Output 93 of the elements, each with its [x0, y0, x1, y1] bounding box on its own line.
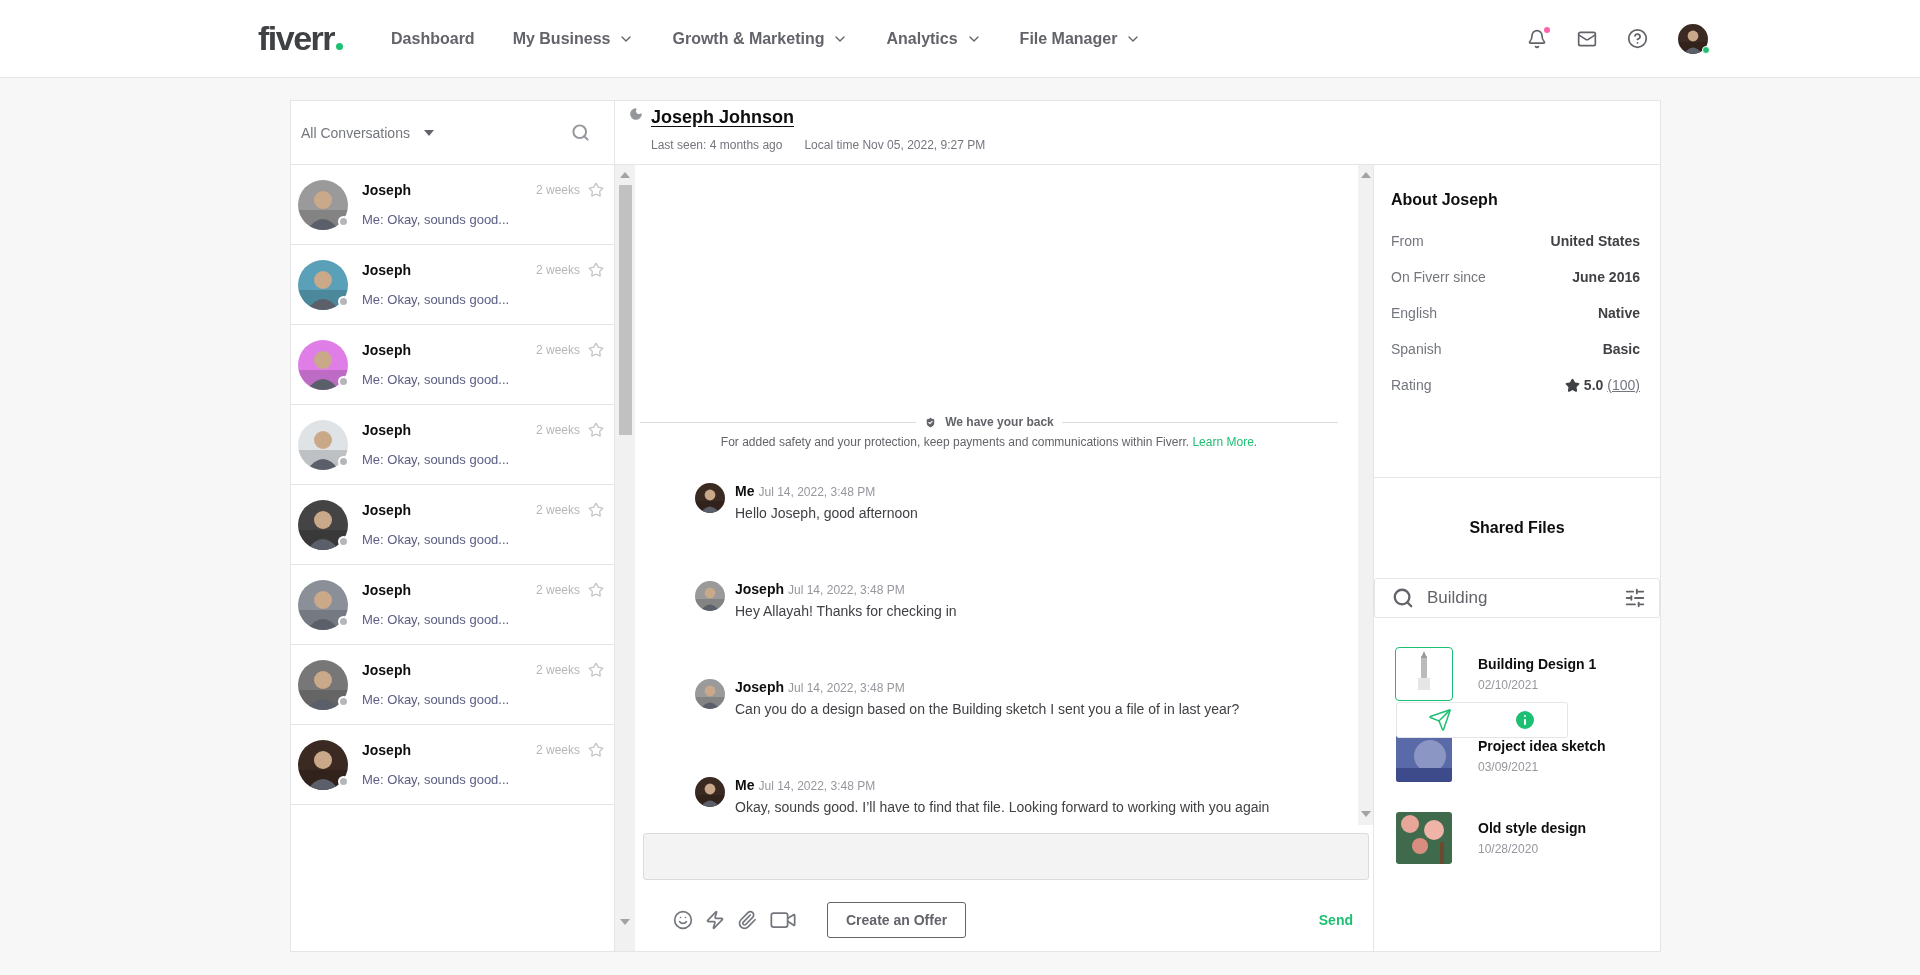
contact-name: Joseph: [362, 422, 412, 438]
notice-text: For added safety and your protection, keep payments and communications within Fiverr. Learn More.: [719, 435, 1259, 449]
section-title: About Joseph: [1391, 191, 1499, 209]
message-preview: Me: Okay, sounds good...: [362, 532, 511, 547]
message-preview: Me: Okay, sounds good...: [362, 612, 511, 627]
shield-icon: [924, 415, 938, 429]
file-date: 03/09/2021: [1478, 760, 1540, 774]
message-time: Jul 14, 2022, 3:48 PM: [758, 779, 876, 793]
message-preview: Me: Okay, sounds good...: [362, 692, 511, 707]
last-seen: Last seen: 4 months ago: [651, 138, 783, 152]
star-icon[interactable]: [588, 662, 604, 678]
info-value: June 2016: [1572, 269, 1640, 285]
caret-icon: [423, 129, 434, 136]
info-value: United States: [1550, 233, 1640, 249]
conversation-filter-dropdown[interactable]: All Conversations: [301, 124, 434, 141]
sender-name: Me: [735, 483, 755, 499]
info-label: Spanish: [1391, 341, 1442, 357]
nav-menu-item[interactable]: Dashboard: [391, 29, 475, 48]
scrollbar[interactable]: [1358, 165, 1373, 825]
paperclip-icon[interactable]: [737, 910, 757, 930]
info-value: Basic: [1602, 341, 1640, 357]
conversation-time: 2 weeks: [535, 503, 580, 517]
star-icon[interactable]: [588, 262, 604, 278]
message-text: Can you do a design based on the Building sketch I sent you a file of in last year?: [735, 701, 1240, 717]
star-icon[interactable]: [588, 422, 604, 438]
conversation-time: 2 weeks: [535, 423, 580, 437]
section-title: Shared Files: [1468, 518, 1566, 538]
conversation-time: 2 weeks: [535, 183, 580, 197]
sender-name: Me: [735, 777, 755, 793]
file-name[interactable]: Old style design: [1478, 820, 1587, 836]
review-count-link[interactable]: (100): [1607, 377, 1640, 393]
local-time: Local time Nov 05, 2022, 9:27 PM: [804, 138, 986, 152]
message-time: Jul 14, 2022, 3:48 PM: [758, 485, 876, 499]
send-icon[interactable]: [1427, 708, 1452, 732]
rating-value: 5.0: [1583, 377, 1604, 393]
conversation-time: 2 weeks: [535, 663, 580, 677]
lightning-icon[interactable]: [705, 910, 725, 930]
notice-title: We have your back: [945, 415, 1054, 429]
file-name[interactable]: Building Design 1: [1478, 656, 1597, 672]
star-icon[interactable]: [588, 742, 604, 758]
star-icon[interactable]: [588, 582, 604, 598]
info-label: On Fiverr since: [1391, 269, 1486, 285]
sender-name: Joseph: [735, 679, 784, 695]
contact-name: Joseph: [362, 582, 412, 598]
conversation-time: 2 weeks: [535, 263, 580, 277]
info-value: Native: [1597, 305, 1640, 321]
message-preview: Me: Okay, sounds good...: [362, 372, 511, 387]
nav-menu-item[interactable]: Analytics: [886, 29, 982, 48]
conversation-time: 2 weeks: [535, 743, 580, 757]
logo-dot: [336, 43, 344, 50]
nav-menu-item[interactable]: Growth & Marketing: [672, 29, 849, 48]
message-time: Jul 14, 2022, 3:48 PM: [788, 681, 905, 695]
message-text: Hello Joseph, good afternoon: [735, 505, 918, 521]
search-icon: [1392, 587, 1414, 609]
contact-name: Joseph: [362, 502, 412, 518]
nav-menu-item[interactable]: My Business: [512, 29, 635, 48]
logo[interactable]: fiverr: [258, 19, 335, 58]
help-icon[interactable]: [1627, 28, 1648, 49]
file-date: 10/28/2020: [1478, 842, 1540, 856]
message-preview: Me: Okay, sounds good...: [362, 452, 511, 467]
star-icon[interactable]: [588, 502, 604, 518]
message-preview: Me: Okay, sounds good...: [362, 772, 511, 787]
info-label: Rating: [1391, 377, 1432, 393]
star-icon[interactable]: [588, 182, 604, 198]
file-name[interactable]: Project idea sketch: [1478, 738, 1606, 754]
emoji-icon[interactable]: [673, 910, 693, 930]
message-preview: Me: Okay, sounds good...: [362, 292, 511, 307]
file-date: 02/10/2021: [1478, 678, 1540, 692]
conversation-time: 2 weeks: [535, 343, 580, 357]
contact-name: Joseph: [362, 342, 412, 358]
sender-name: Joseph: [735, 581, 784, 597]
contact-name: Joseph: [362, 662, 412, 678]
conversation-time: 2 weeks: [535, 583, 580, 597]
filter-icon[interactable]: [1624, 587, 1646, 609]
message-text: Okay, sounds good. I’ll have to find that file. Looking forward to working with you again: [735, 799, 1270, 815]
star-icon[interactable]: [588, 342, 604, 358]
search-icon[interactable]: [571, 123, 590, 142]
info-label: English: [1391, 305, 1437, 321]
scrollbar[interactable]: [615, 165, 635, 951]
message-text: Hey Allayah! Thanks for checking in: [735, 603, 957, 619]
notifications-icon[interactable]: [1527, 28, 1547, 49]
contact-name-link[interactable]: Joseph Johnson: [651, 107, 794, 127]
contact-name: Joseph: [362, 742, 412, 758]
star-icon: [1564, 377, 1580, 393]
file-search-field[interactable]: Building: [1374, 578, 1660, 618]
message-preview: Me: Okay, sounds good...: [362, 212, 511, 227]
contact-name: Joseph: [362, 262, 412, 278]
contact-name: Joseph: [362, 182, 412, 198]
create-offer-button[interactable]: Create an Offer: [827, 902, 967, 938]
message-input[interactable]: [643, 833, 1369, 880]
message-time: Jul 14, 2022, 3:48 PM: [788, 583, 905, 597]
nav-menu-item[interactable]: File Manager: [1019, 29, 1142, 48]
info-label: From: [1391, 233, 1424, 249]
